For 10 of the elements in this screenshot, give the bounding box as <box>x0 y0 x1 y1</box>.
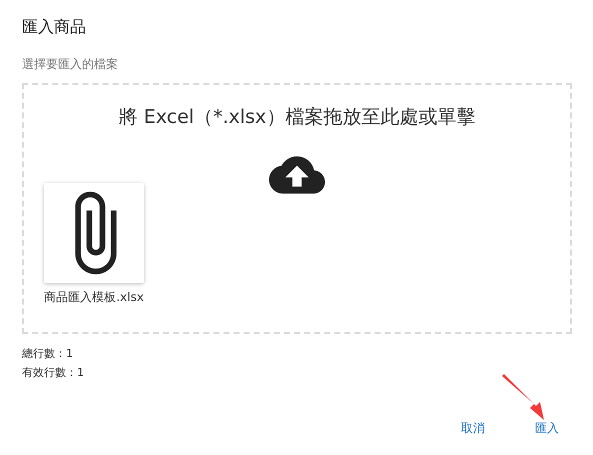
dialog-title: 匯入商品 <box>22 16 87 38</box>
drop-prompt: 將 Excel（*.xlsx）檔案拖放至此處或單擊 <box>118 105 476 130</box>
file-name: 商品匯入模板.xlsx <box>44 289 144 305</box>
drop-zone[interactable]: 將 Excel（*.xlsx）檔案拖放至此處或單擊 商品匯入模板.xlsx <box>22 83 572 334</box>
field-label: 選擇要匯入的檔案 <box>22 56 119 72</box>
row-count: 有效行數：1 <box>22 365 85 381</box>
file-thumbnail[interactable] <box>44 183 144 283</box>
row-count: 總行數：1 <box>22 346 74 362</box>
dialog-button[interactable]: 匯入 <box>525 415 569 441</box>
dialog-button[interactable]: 取消 <box>451 415 495 441</box>
